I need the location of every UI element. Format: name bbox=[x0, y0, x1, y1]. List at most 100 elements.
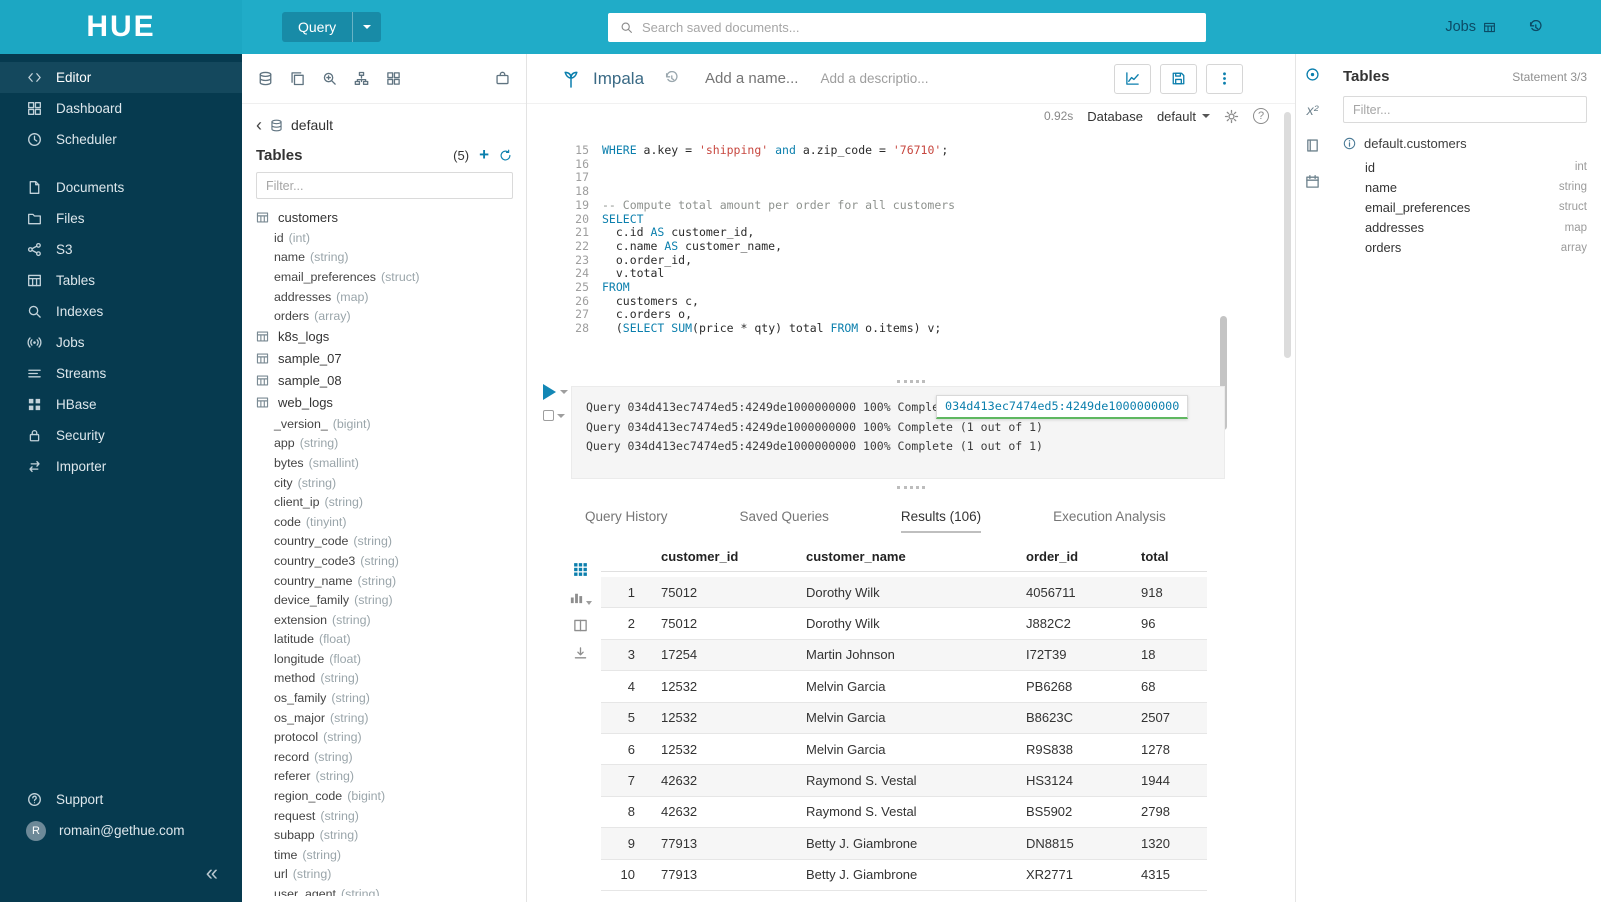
code-lines[interactable]: 15WHERE a.key = 'shipping' and a.zip_cod… bbox=[527, 144, 1215, 336]
sidebar-item-jobs[interactable]: Jobs bbox=[0, 327, 242, 358]
code-line[interactable]: 26 customers c, bbox=[527, 295, 1215, 309]
sidebar-item-support[interactable]: Support bbox=[0, 784, 242, 815]
refresh-icon[interactable] bbox=[499, 149, 512, 162]
columns-icon[interactable] bbox=[569, 618, 592, 633]
column-item-referer[interactable]: referer(string) bbox=[242, 767, 526, 787]
column-item-email-preferences[interactable]: email_preferencesstruct bbox=[1343, 197, 1587, 217]
sidebar-item-importer[interactable]: Importer bbox=[0, 451, 242, 482]
tab-query-history[interactable]: Query History bbox=[585, 509, 668, 533]
column-item-os-major[interactable]: os_major(string) bbox=[242, 708, 526, 728]
table-item-sample-07[interactable]: sample_07 bbox=[242, 348, 526, 370]
sidebar-item-hbase[interactable]: HBase bbox=[0, 389, 242, 420]
code-line[interactable]: 23 o.order_id, bbox=[527, 254, 1215, 268]
sitemap-icon[interactable] bbox=[354, 71, 369, 86]
column-item-longitude[interactable]: longitude(float) bbox=[242, 649, 526, 669]
code-line[interactable]: 24 v.total bbox=[527, 267, 1215, 281]
table-row[interactable]: 317254Martin JohnsonI72T3918 bbox=[601, 640, 1207, 671]
column-item-region-code[interactable]: region_code(bigint) bbox=[242, 786, 526, 806]
sidebar-item-documents[interactable]: Documents bbox=[0, 172, 242, 203]
settings-gear-icon[interactable] bbox=[1224, 109, 1239, 124]
editor-assistant-icon[interactable] bbox=[1305, 67, 1320, 82]
code-line[interactable]: 16 bbox=[527, 158, 1215, 172]
table-row[interactable]: 612532Melvin GarciaR9S8381278 bbox=[601, 734, 1207, 765]
sidebar-item-tables[interactable]: Tables bbox=[0, 265, 242, 296]
sidebar-item-s3[interactable]: S3 bbox=[0, 234, 242, 265]
query-id-link[interactable]: 034d413ec7474ed5:4249de1000000000 bbox=[936, 395, 1188, 419]
table-row[interactable]: 842632Raymond S. VestalBS59022798 bbox=[601, 797, 1207, 828]
table-item-sample-08[interactable]: sample_08 bbox=[242, 370, 526, 392]
global-search-input[interactable] bbox=[642, 20, 1194, 35]
execute-button[interactable] bbox=[543, 384, 556, 400]
sidebar-item-streams[interactable]: Streams bbox=[0, 358, 242, 389]
query-dropdown-caret[interactable] bbox=[352, 12, 381, 42]
column-item-os-family[interactable]: os_family(string) bbox=[242, 688, 526, 708]
table-row[interactable]: 977913Betty J. GiambroneDN88151320 bbox=[601, 828, 1207, 859]
grid-icon[interactable] bbox=[569, 562, 592, 577]
back-chevron-icon[interactable]: ‹ bbox=[256, 119, 262, 131]
format-button[interactable] bbox=[543, 410, 568, 421]
code-editor[interactable]: 15WHERE a.key = 'shipping' and a.zip_cod… bbox=[527, 134, 1295, 386]
column-item-extension[interactable]: extension(string) bbox=[242, 610, 526, 630]
tab-results-106[interactable]: Results (106) bbox=[901, 509, 981, 533]
panel-scrollbar[interactable] bbox=[1284, 112, 1291, 358]
add-table-icon[interactable]: + bbox=[479, 145, 489, 165]
tab-saved-queries[interactable]: Saved Queries bbox=[740, 509, 829, 533]
code-line[interactable]: 17 bbox=[527, 171, 1215, 185]
column-item-name[interactable]: namestring bbox=[1343, 177, 1587, 197]
column-item-subapp[interactable]: subapp(string) bbox=[242, 825, 526, 845]
table-row[interactable]: 412532Melvin GarciaPB626868 bbox=[601, 671, 1207, 702]
zoom-in-icon[interactable] bbox=[322, 71, 337, 86]
save-button[interactable] bbox=[1160, 64, 1197, 94]
code-line[interactable]: 19-- Compute total amount per order for … bbox=[527, 199, 1215, 213]
query-history-icon[interactable] bbox=[664, 71, 679, 86]
table-row[interactable]: 175012Dorothy Wilk4056711918 bbox=[601, 577, 1207, 608]
column-item-orders[interactable]: orders(array) bbox=[242, 306, 526, 326]
column-item-protocol[interactable]: protocol(string) bbox=[242, 727, 526, 747]
column-item-latitude[interactable]: latitude(float) bbox=[242, 630, 526, 650]
column-item-city[interactable]: city(string) bbox=[242, 473, 526, 493]
query-name-field[interactable]: Add a name... bbox=[705, 70, 798, 87]
code-line[interactable]: 25FROM bbox=[527, 281, 1215, 295]
column-item-addresses[interactable]: addressesmap bbox=[1343, 218, 1587, 238]
query-button-label[interactable]: Query bbox=[282, 12, 352, 42]
table-item-web-logs[interactable]: web_logs bbox=[242, 392, 526, 414]
help-icon[interactable]: ? bbox=[1253, 108, 1269, 124]
right-filter-input[interactable] bbox=[1343, 96, 1587, 123]
column-item-app[interactable]: app(string) bbox=[242, 434, 526, 454]
column-item-id[interactable]: idint bbox=[1343, 157, 1587, 177]
language-reference-icon[interactable] bbox=[1305, 138, 1320, 153]
sidebar-item-files[interactable]: Files bbox=[0, 203, 242, 234]
table-row[interactable]: 512532Melvin GarciaB8623C2507 bbox=[601, 703, 1207, 734]
global-search[interactable] bbox=[608, 13, 1206, 42]
sidebar-item-indexes[interactable]: Indexes bbox=[0, 296, 242, 327]
databases-icon[interactable] bbox=[258, 71, 273, 86]
execute-options-caret[interactable] bbox=[560, 390, 568, 394]
column-item-method[interactable]: method(string) bbox=[242, 669, 526, 689]
column-item-client-ip[interactable]: client_ip(string) bbox=[242, 492, 526, 512]
download-icon[interactable] bbox=[569, 646, 592, 661]
copy-icon[interactable] bbox=[290, 71, 305, 86]
column-item-email-preferences[interactable]: email_preferences(struct) bbox=[242, 267, 526, 287]
hue-logo[interactable]: HUE bbox=[0, 0, 242, 54]
chart-toggle[interactable] bbox=[569, 590, 592, 605]
sidebar-item-user[interactable]: R romain@gethue.com bbox=[0, 815, 242, 846]
code-line[interactable]: 28 (SELECT SUM(price * qty) total FROM o… bbox=[527, 322, 1215, 336]
column-item-addresses[interactable]: addresses(map) bbox=[242, 287, 526, 307]
sidebar-collapse-button[interactable]: « bbox=[206, 860, 218, 886]
code-line[interactable]: 20SELECT bbox=[527, 213, 1215, 227]
resize-handle-bottom[interactable] bbox=[897, 486, 925, 489]
table-row[interactable]: 275012Dorothy WilkJ882C296 bbox=[601, 608, 1207, 639]
functions-icon[interactable]: x² bbox=[1307, 103, 1319, 117]
table-item-k8s-logs[interactable]: k8s_logs bbox=[242, 326, 526, 348]
chart-button[interactable] bbox=[1114, 64, 1151, 94]
resize-handle-top[interactable] bbox=[897, 380, 925, 383]
sidebar-item-editor[interactable]: Editor bbox=[0, 62, 242, 93]
active-table-ref[interactable]: default.customers bbox=[1343, 136, 1587, 151]
code-line[interactable]: 18 bbox=[527, 185, 1215, 199]
table-row[interactable]: 1077913Betty J. GiambroneXR27714315 bbox=[601, 860, 1207, 891]
column-item-version[interactable]: _version_(bigint) bbox=[242, 414, 526, 434]
tab-execution-analysis[interactable]: Execution Analysis bbox=[1053, 509, 1166, 533]
column-item-code[interactable]: code(tinyint) bbox=[242, 512, 526, 532]
query-button[interactable]: Query bbox=[282, 12, 381, 42]
column-item-bytes[interactable]: bytes(smallint) bbox=[242, 453, 526, 473]
